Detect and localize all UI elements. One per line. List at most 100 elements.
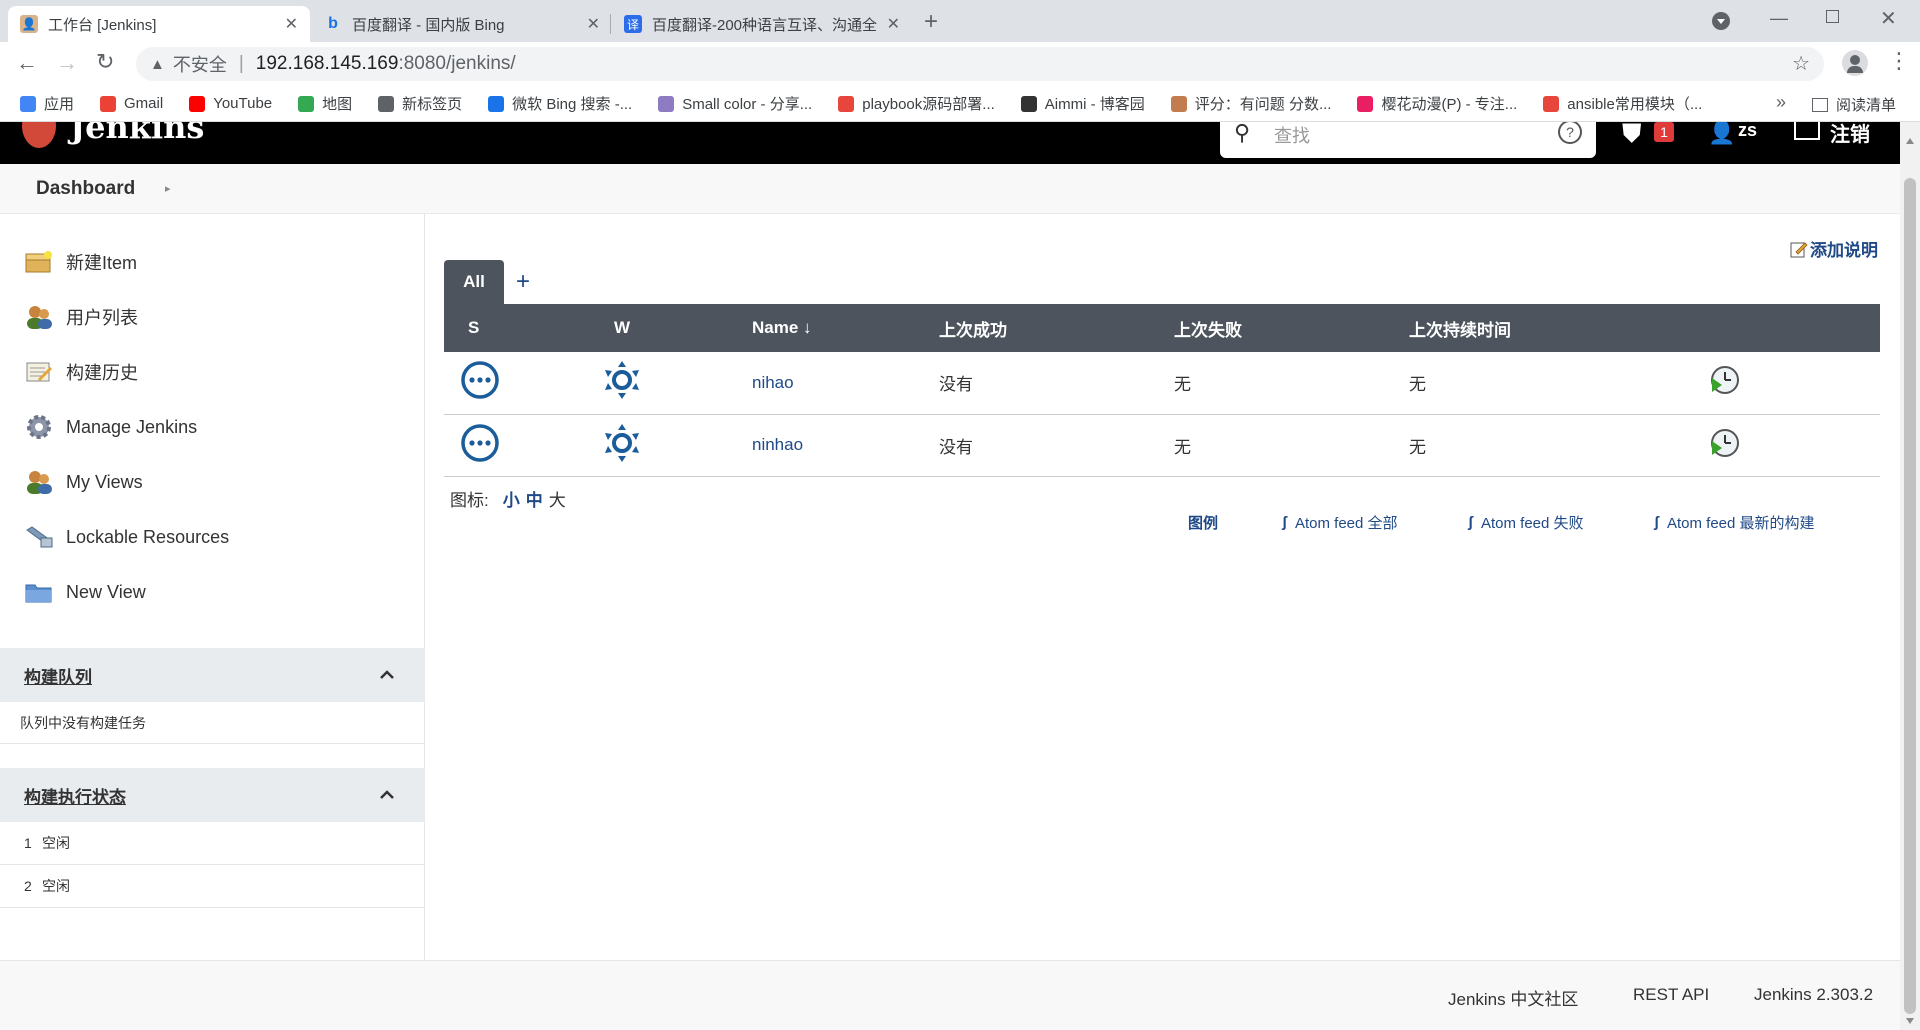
- task-new-item[interactable]: 新建Item: [24, 242, 137, 282]
- bookmark-label: 评分：有问题 分数...: [1194, 96, 1332, 113]
- browser-menu-icon[interactable]: ⋮: [1888, 48, 1910, 74]
- new-tab-button[interactable]: +: [924, 8, 938, 36]
- bookmark-favicon-icon: [378, 95, 395, 112]
- security-shield-icon[interactable]: ⛊: [1622, 122, 1642, 150]
- status-notbuilt-icon[interactable]: [460, 423, 500, 463]
- bookmark-item[interactable]: Small color - 分享...: [658, 93, 812, 114]
- task-label: Manage Jenkins: [66, 416, 198, 437]
- jenkins-logo-icon[interactable]: [22, 122, 56, 148]
- job-link[interactable]: ninhao: [752, 435, 803, 454]
- close-window-icon[interactable]: ✕: [1880, 6, 1897, 31]
- browser-toolbar: ← → ↻ ▲ 不安全 | 192.168.145.169 :8080/jenk…: [0, 42, 1920, 86]
- page-scrollbar[interactable]: [1900, 122, 1920, 1030]
- task-build-history[interactable]: 构建历史: [24, 352, 138, 392]
- community-link[interactable]: Jenkins 中文社区: [1448, 985, 1578, 1010]
- col-last-failure[interactable]: 上次失败: [1174, 304, 1409, 352]
- minimize-icon[interactable]: —: [1770, 8, 1788, 29]
- collapse-chevron-icon[interactable]: [379, 662, 395, 685]
- bookmark-favicon-icon: [1170, 95, 1187, 112]
- close-tab-icon[interactable]: ✕: [285, 14, 298, 34]
- weather-sun-icon[interactable]: [602, 360, 642, 400]
- forward-icon[interactable]: →: [56, 50, 78, 76]
- schedule-build-icon[interactable]: [1709, 364, 1741, 396]
- logout-link[interactable]: 注销: [1830, 122, 1870, 147]
- address-bar[interactable]: ▲ 不安全 | 192.168.145.169 :8080/jenkins/ ☆: [136, 47, 1824, 81]
- breadcrumb-dashboard[interactable]: Dashboard: [36, 178, 135, 200]
- rss-icon: ʃ: [1654, 514, 1659, 531]
- help-icon[interactable]: ?: [1558, 122, 1582, 144]
- bookmark-item[interactable]: YouTube: [189, 95, 272, 112]
- bookmark-star-icon[interactable]: ☆: [1792, 51, 1810, 76]
- col-weather[interactable]: W: [584, 304, 724, 352]
- user-name-link[interactable]: zs: [1738, 122, 1757, 141]
- status-cell: [444, 352, 584, 415]
- scroll-down-icon[interactable]: [1906, 1018, 1914, 1024]
- rest-api-link[interactable]: REST API: [1633, 985, 1709, 1005]
- bookmark-item[interactable]: Aimmi - 博客园: [1020, 93, 1145, 114]
- weather-sun-icon[interactable]: [602, 423, 642, 463]
- bookmark-item[interactable]: 樱花动漫(P) - 专注...: [1357, 93, 1517, 114]
- build-queue-header[interactable]: 构建队列: [0, 648, 425, 702]
- col-status[interactable]: S: [444, 304, 584, 352]
- scrollbar-thumb[interactable]: [1904, 178, 1916, 1014]
- projects-table: S W Name ↓ 上次成功 上次失败 上次持续时间 nihao 没有 无 无: [444, 304, 1880, 477]
- search-box[interactable]: ⚲ 查找 ?: [1220, 122, 1596, 158]
- feed-all-link[interactable]: ʃ Atom feed 全部: [1282, 512, 1398, 533]
- scroll-up-icon[interactable]: [1906, 138, 1914, 144]
- jenkins-logo-text[interactable]: Jenkins: [70, 122, 204, 146]
- close-tab-icon[interactable]: ✕: [887, 14, 900, 34]
- back-icon[interactable]: ←: [16, 50, 38, 76]
- tab-search-icon[interactable]: [1712, 12, 1730, 30]
- bookmark-item[interactable]: 新标签页: [378, 93, 462, 114]
- bookmark-item[interactable]: playbook源码部署...: [838, 93, 995, 114]
- reload-icon[interactable]: ↻: [96, 49, 114, 75]
- executor-status-title[interactable]: 构建执行状态: [24, 783, 126, 808]
- bookmark-item[interactable]: 地图: [298, 93, 352, 114]
- task-manage-jenkins[interactable]: Manage Jenkins: [24, 407, 197, 447]
- task-my-views[interactable]: My Views: [24, 462, 143, 502]
- add-view-tab-icon[interactable]: +: [516, 268, 530, 296]
- bookmark-label: Small color - 分享...: [682, 96, 813, 113]
- close-tab-icon[interactable]: ✕: [587, 14, 600, 34]
- build-queue-empty: 队列中没有构建任务: [0, 702, 425, 744]
- profile-avatar-icon[interactable]: [1842, 50, 1868, 76]
- tab-baidu-translate[interactable]: 译 百度翻译-200种语言互译、沟通全 ✕: [612, 6, 912, 42]
- icon-size-small[interactable]: 小: [503, 486, 520, 511]
- bookmark-item[interactable]: Gmail: [100, 95, 163, 112]
- feed-latest-link[interactable]: ʃ Atom feed 最新的构建: [1654, 512, 1815, 533]
- gear-icon: [24, 413, 54, 441]
- reading-list-label: 阅读清单: [1836, 97, 1897, 114]
- restore-icon[interactable]: [1826, 10, 1839, 23]
- task-users[interactable]: 用户列表: [24, 297, 138, 337]
- icon-size-medium[interactable]: 中: [526, 486, 543, 511]
- bookmark-favicon-icon: [1020, 95, 1037, 112]
- schedule-build-icon[interactable]: [1709, 427, 1741, 459]
- collapse-chevron-icon[interactable]: [379, 782, 395, 805]
- build-queue-title[interactable]: 构建队列: [24, 663, 92, 688]
- feed-failed-link[interactable]: ʃ Atom feed 失败: [1468, 512, 1584, 533]
- bookmark-item[interactable]: 应用: [20, 93, 74, 114]
- bookmark-item[interactable]: ansible常用模块（...: [1543, 93, 1702, 114]
- task-lockable-resources[interactable]: Lockable Resources: [24, 517, 229, 557]
- add-description-link[interactable]: 添加说明: [1790, 236, 1878, 261]
- more-bookmarks-icon[interactable]: »: [1776, 92, 1786, 113]
- reading-list-button[interactable]: 阅读清单: [1812, 94, 1896, 115]
- users-icon: [24, 303, 54, 331]
- version-link[interactable]: Jenkins 2.303.2: [1754, 985, 1873, 1005]
- task-new-view[interactable]: New View: [24, 572, 146, 612]
- col-last-duration[interactable]: 上次持续时间: [1409, 304, 1709, 352]
- tab-bing[interactable]: b 百度翻译 - 国内版 Bing ✕: [312, 6, 612, 42]
- legend-link[interactable]: 图例: [1188, 512, 1218, 533]
- alert-badge[interactable]: 1: [1654, 122, 1674, 142]
- tab-jenkins[interactable]: 👤 工作台 [Jenkins] ✕: [8, 6, 310, 42]
- status-notbuilt-icon[interactable]: [460, 360, 500, 400]
- job-link[interactable]: nihao: [752, 373, 794, 392]
- bookmark-item[interactable]: 评分：有问题 分数...: [1170, 93, 1332, 114]
- col-last-success[interactable]: 上次成功: [939, 304, 1174, 352]
- bookmark-item[interactable]: 微软 Bing 搜索 -...: [488, 93, 632, 114]
- view-tab-all[interactable]: All: [444, 260, 504, 304]
- breadcrumb-chevron-icon[interactable]: ▸: [165, 182, 171, 195]
- executor-status-header[interactable]: 构建执行状态: [0, 768, 425, 822]
- col-name[interactable]: Name ↓: [724, 304, 939, 352]
- bing-favicon-icon: b: [328, 15, 338, 32]
